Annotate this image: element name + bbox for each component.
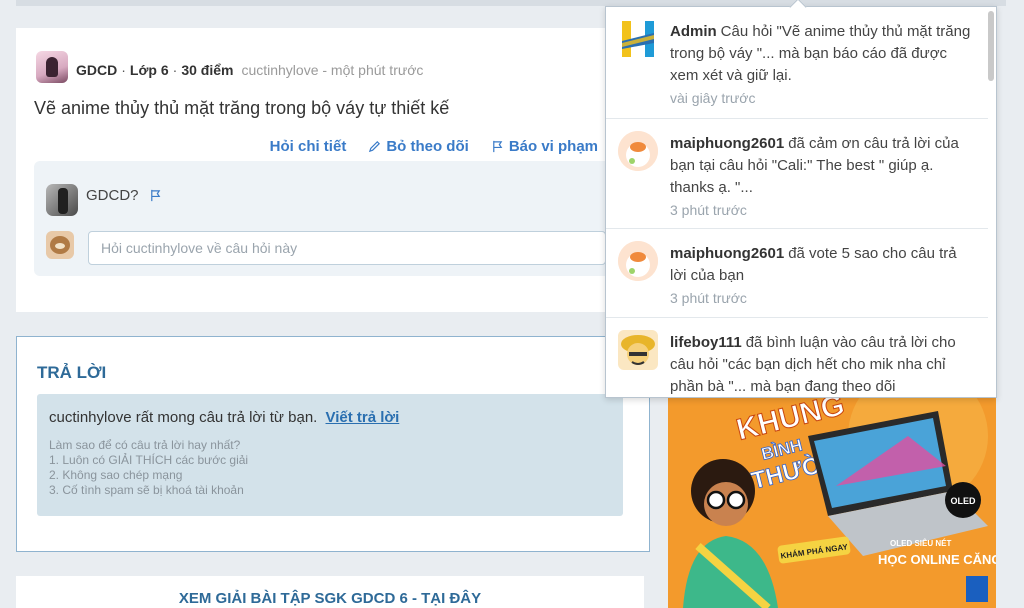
notification-body: Admin Câu hỏi "Vẽ anime thủy thủ mặt trăn… bbox=[670, 21, 976, 109]
answer-title: TRẢ LỜI bbox=[37, 363, 107, 382]
write-answer-link[interactable]: Viết trả lời bbox=[326, 409, 400, 426]
peach-avatar-icon bbox=[618, 241, 658, 281]
report-button[interactable]: Báo vi phạm bbox=[491, 138, 598, 155]
unfollow-button[interactable]: Bỏ theo dõi bbox=[368, 138, 469, 155]
separator: · bbox=[172, 62, 178, 78]
tip-item: 2. Không sao chép mạng bbox=[49, 468, 183, 482]
notification-user: maiphuong2601 bbox=[670, 135, 785, 152]
hoc-logo-icon bbox=[622, 21, 654, 57]
how-to-question: Làm sao để có câu trả lời hay nhất? bbox=[49, 438, 241, 452]
subject-label[interactable]: GDCD bbox=[76, 62, 117, 78]
comment-text: GDCD? bbox=[86, 187, 139, 204]
notification-dropdown: Admin Câu hỏi "Vẽ anime thủy thủ mặt trăn… bbox=[605, 6, 997, 398]
pen-icon bbox=[369, 141, 381, 153]
question-card: GDCD · Lớp 6 · 30 điểm cuctinhylove - một phú… bbox=[16, 28, 650, 312]
flag-icon bbox=[492, 140, 503, 153]
answer-prompt: cuctinhylove rất mong câu trả lời từ bạn… bbox=[49, 409, 399, 426]
unfollow-label: Bỏ theo dõi bbox=[386, 138, 469, 155]
ask-detail-label: Hỏi chi tiết bbox=[269, 138, 347, 155]
answer-card: TRẢ LỜI cuctinhylove rất mong câu trả lờ… bbox=[16, 336, 650, 552]
notification-time: 3 phút trước bbox=[670, 202, 747, 218]
oled-badge-text: OLED bbox=[950, 496, 976, 506]
tip-item: 1. Luôn có GIẢI THÍCH các bước giải bbox=[49, 453, 249, 467]
separator: · bbox=[121, 62, 126, 78]
peach-avatar-icon bbox=[618, 131, 658, 171]
notification-item[interactable]: maiphuong2601 đã cảm ơn câu trả lời của b… bbox=[606, 119, 988, 229]
scrollbar[interactable] bbox=[988, 11, 994, 81]
comment-input[interactable] bbox=[88, 231, 606, 265]
notification-time: vài giây trước bbox=[670, 90, 756, 106]
solution-banner: XEM GIẢI BÀI TẬP SGK GDCD 6 - TẠI ĐÂY bbox=[16, 576, 644, 608]
answer-hint-box: cuctinhylove rất mong câu trả lời từ bạn… bbox=[37, 394, 623, 516]
notification-item[interactable]: Admin Câu hỏi "Vẽ anime thủy thủ mặt trăn… bbox=[606, 7, 988, 119]
question-meta: GDCD · Lớp 6 · 30 điểm cuctinhylove - một phú… bbox=[76, 62, 423, 78]
tip-item: 3. Cố tình spam sẽ bị khoá tài khoản bbox=[49, 483, 244, 497]
notification-user: Admin bbox=[670, 23, 717, 40]
ask-detail-button[interactable]: Hỏi chi tiết bbox=[270, 138, 347, 155]
notification-item[interactable]: lifeboy111 đã bình luận vào câu trả lời c… bbox=[606, 318, 988, 397]
author-meta[interactable]: cuctinhylove - một phút trước bbox=[241, 62, 423, 78]
comment-section: GDCD? bbox=[34, 161, 614, 276]
question-actions: Hỏi chi tiết Bỏ theo dõi Báo vi phạm bbox=[270, 138, 598, 155]
notification-time: 3 phút trước bbox=[670, 290, 747, 306]
advertisement[interactable]: KHUNG BÌNH THƯỜNG OLED KHÁM PHÁ NGAY OLE… bbox=[668, 396, 996, 608]
commenter-avatar[interactable] bbox=[46, 184, 78, 216]
notification-user: maiphuong2601 bbox=[670, 245, 785, 262]
solution-link[interactable]: XEM GIẢI BÀI TẬP SGK GDCD 6 - TẠI ĐÂY bbox=[16, 590, 644, 607]
notification-item[interactable]: maiphuong2601 đã vote 5 sao cho câu trả l… bbox=[606, 229, 988, 318]
flag-icon[interactable] bbox=[149, 189, 162, 202]
question-title: Vẽ anime thủy thủ mặt trăng trong bộ váy… bbox=[34, 98, 450, 118]
ad-illustration: KHUNG BÌNH THƯỜNG OLED KHÁM PHÁ NGAY OLE… bbox=[668, 396, 996, 608]
points-label: 30 điểm bbox=[181, 62, 234, 78]
ad-tagline-line2: HỌC ONLINE CĂNG ĐÉT bbox=[878, 552, 996, 567]
cartoon-avatar-icon bbox=[618, 330, 658, 370]
notification-body: maiphuong2601 đã vote 5 sao cho câu trả l… bbox=[670, 243, 976, 309]
notification-user: lifeboy111 bbox=[670, 334, 742, 351]
current-user-avatar bbox=[46, 231, 74, 259]
notification-body: lifeboy111 đã bình luận vào câu trả lời c… bbox=[670, 332, 976, 397]
notification-body: maiphuong2601 đã cảm ơn câu trả lời của b… bbox=[670, 133, 976, 221]
tips-list: 1. Luôn có GIẢI THÍCH các bước giải 2. K… bbox=[49, 453, 248, 498]
grade-label[interactable]: Lớp 6 bbox=[130, 62, 169, 78]
report-label: Báo vi phạm bbox=[508, 138, 598, 155]
answer-prompt-text: cuctinhylove rất mong câu trả lời từ bạn… bbox=[49, 409, 318, 426]
comment: GDCD? bbox=[86, 187, 162, 204]
ad-tagline-line1: OLED SIÊU NÉT bbox=[890, 539, 951, 548]
author-avatar[interactable] bbox=[36, 51, 68, 83]
